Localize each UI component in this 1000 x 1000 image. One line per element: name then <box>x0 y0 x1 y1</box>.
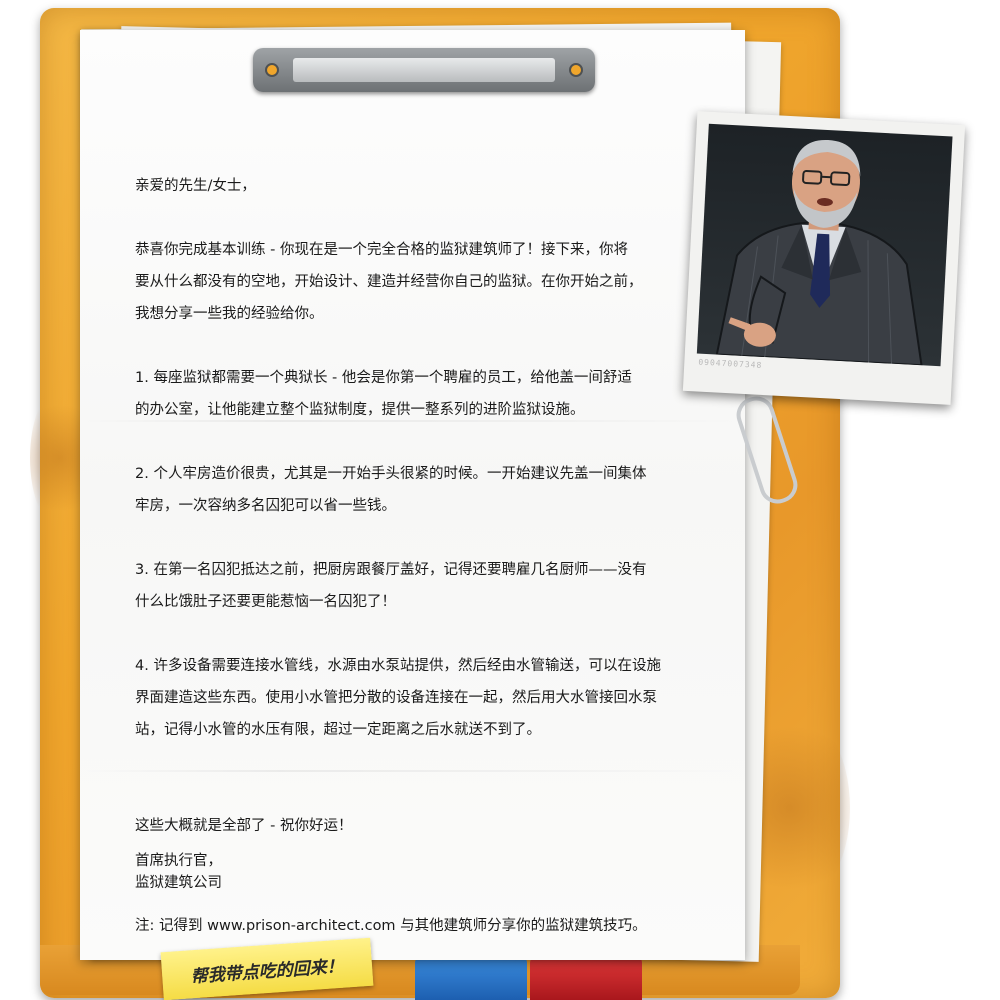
letter-intro-line: 恭喜你完成基本训练 - 你现在是一个完全合格的监狱建筑师了！接下来，你将 <box>135 242 628 258</box>
tip-4-line: 4. 许多设备需要连接水管线，水源由水泵站提供，然后经由水管输送，可以在设施 <box>135 658 661 674</box>
sticky-note-text: 帮我带点吃的回来！ <box>190 956 345 987</box>
clip-hole <box>569 63 583 77</box>
letter-closing: 这些大概就是全部了 - 祝你好运！ <box>135 818 353 834</box>
tip-3-line: 什么比饿肚子还要更能惹恼一名囚犯了！ <box>135 594 396 610</box>
tip-4-line: 站，记得小水管的水压有限，超过一定距离之后水就送不到了。 <box>135 722 541 738</box>
tip-4-line: 界面建造这些东西。使用小水管把分散的设备连接在一起，然后用大水管接回水泵 <box>135 690 657 706</box>
blue-folder-tab[interactable] <box>415 955 527 1000</box>
tip-3-line: 3. 在第一名囚犯抵达之前，把厨房跟餐厅盖好，记得还要聘雇几名厨师——没有 <box>135 562 647 578</box>
letter-greeting: 亲爱的先生/女士， <box>135 178 256 194</box>
tip-1-line: 的办公室，让他能建立整个监狱制度，提供一整系列的进阶监狱设施。 <box>135 402 585 418</box>
clip-plate <box>293 58 555 82</box>
clip-hole <box>265 63 279 77</box>
red-folder-tab[interactable] <box>530 955 642 1000</box>
letter-intro-line: 要从什么都没有的空地，开始设计、建造并经营你自己的监狱。在你开始之前， <box>135 274 643 290</box>
letter-body: 亲爱的先生/女士， 恭喜你完成基本训练 - 你现在是一个完全合格的监狱建筑师了！… <box>135 170 725 942</box>
ceo-portrait <box>696 123 953 367</box>
tip-2-line: 牢房，一次容纳多名囚犯可以省一些钱。 <box>135 498 396 514</box>
signature-company: 监狱建筑公司 <box>135 875 222 891</box>
tip-2-line: 2. 个人牢房造价很贵，尤其是一开始手头很紧的时候。一开始建议先盖一间集体 <box>135 466 647 482</box>
signature-title: 首席执行官， <box>135 853 222 869</box>
polaroid-photo: 09047007348 <box>682 111 966 405</box>
ceo-portrait-illustration <box>715 140 923 367</box>
letter-note: 注: 记得到 www.prison-architect.com 与其他建筑师分享… <box>135 918 647 934</box>
clipboard-clip <box>253 48 595 92</box>
tip-1-line: 1. 每座监狱都需要一个典狱长 - 他会是你第一个聘雇的员工，给他盖一间舒适 <box>135 370 632 386</box>
photo-caption: 09047007348 <box>698 357 763 370</box>
letter-intro-line: 我想分享一些我的经验给你。 <box>135 306 324 322</box>
